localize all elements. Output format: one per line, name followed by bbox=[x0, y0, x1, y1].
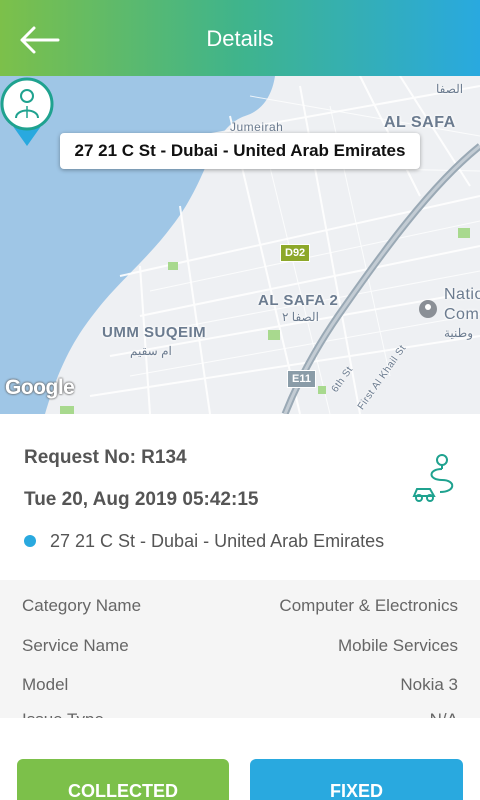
collected-button[interactable]: COLLECTED bbox=[17, 759, 229, 800]
google-logo: Google bbox=[5, 376, 75, 399]
map-label-umm-suqeim: UMM SUQEIM bbox=[102, 324, 207, 341]
map-label-al-safa-ar: الصفا bbox=[436, 82, 464, 96]
map-label-al-safa-2-ar: الصفا ٢ bbox=[282, 310, 319, 324]
map-label-al-safa: AL SAFA bbox=[384, 114, 456, 131]
map-location-callout: 27 21 C St - Dubai - United Arab Emirate… bbox=[60, 133, 420, 169]
detail-label: Model bbox=[22, 675, 69, 694]
map-label-al-safa-2: AL SAFA 2 bbox=[258, 292, 339, 309]
app-header: Details bbox=[0, 0, 480, 76]
request-number: Request No: R134 bbox=[24, 447, 187, 468]
request-address: 27 21 C St - Dubai - United Arab Emirate… bbox=[50, 531, 385, 551]
map-label-national: Natio bbox=[444, 286, 480, 303]
route-icon[interactable] bbox=[410, 452, 462, 504]
detail-value: Nokia 3 bbox=[400, 675, 458, 694]
detail-value: Computer & Electronics bbox=[279, 596, 458, 615]
map-label-national-2: Com bbox=[444, 306, 480, 323]
location-pin-icon[interactable] bbox=[0, 76, 54, 148]
road-shield-d92: D92 bbox=[280, 244, 311, 262]
detail-label: Service Name bbox=[22, 636, 129, 655]
detail-row: Category Name Computer & Electronics bbox=[0, 596, 480, 620]
address-dot-icon bbox=[24, 535, 36, 547]
map-label-jumeirah: Jumeirah bbox=[230, 120, 284, 134]
request-date: Tue 20, Aug 2019 05:42:15 bbox=[24, 489, 259, 510]
map-label-national-ar: وطنية bbox=[444, 326, 474, 340]
map-label-umm-suqeim-ar: ام سقيم bbox=[130, 344, 172, 358]
detail-label: Issue Type bbox=[22, 710, 104, 718]
page-title: Details bbox=[206, 26, 274, 51]
detail-label: Category Name bbox=[22, 596, 142, 615]
fixed-button[interactable]: FIXED bbox=[250, 759, 463, 800]
map-view[interactable]: Jumeirah AL SAFA الصفا AL SAFA 2 الصفا ٢… bbox=[0, 76, 480, 414]
detail-row: Model Nokia 3 bbox=[0, 675, 480, 699]
detail-value: N/A bbox=[430, 710, 458, 718]
detail-row: Service Name Mobile Services bbox=[0, 636, 480, 660]
detail-value: Mobile Services bbox=[338, 636, 458, 655]
detail-row: Issue Type N/A bbox=[0, 710, 480, 718]
request-card: Request No: R134 Tue 20, Aug 2019 05:42:… bbox=[0, 414, 480, 580]
details-list: Category Name Computer & Electronics Ser… bbox=[0, 580, 480, 718]
action-footer: COLLECTED FIXED bbox=[0, 718, 480, 800]
road-shield-e11: E11 bbox=[287, 370, 316, 388]
